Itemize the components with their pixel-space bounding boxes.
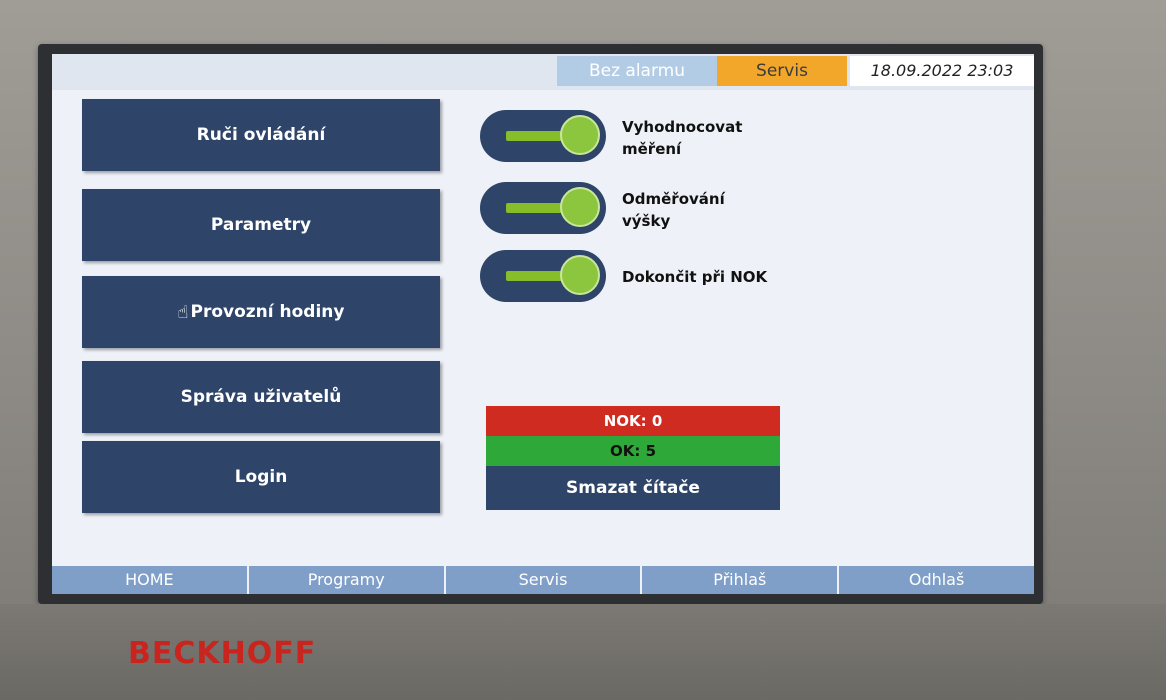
reset-counters-button[interactable]: Smazat čítače [486,466,780,510]
nok-counter: NOK: 0 [486,406,780,436]
menu-button-label: Parametry [210,215,312,235]
alarm-status: Bez alarmu [557,56,717,86]
mode-indicator: Servis [717,56,847,86]
user-management-button[interactable]: Správa uživatelů [82,361,440,433]
toggle-row-evaluate: Vyhodnocovat měření [480,110,782,162]
hand-pointer-icon: ☝ [177,301,189,323]
height-measurement-toggle[interactable] [480,182,606,234]
toggle-knob [560,115,600,155]
nav-login[interactable]: Přihlaš [640,566,838,594]
manual-control-button[interactable]: Ruči ovládání [82,99,440,171]
toggle-track [506,271,568,281]
toggle-label: Dokončit při NOK [622,268,768,286]
toggle-knob [560,187,600,227]
toggle-row-height: Odměřování výšky [480,182,782,234]
nav-programs[interactable]: Programy [246,566,444,594]
menu-button-label: Ruči ovládání [196,125,326,145]
menu-button-label: Login [234,467,288,487]
counter-panel: NOK: 0 OK: 5 Smazat čítače [486,406,780,510]
toggle-knob [560,255,600,295]
toggle-label: Vyhodnocovat měření [622,118,743,158]
toggle-row-finish-nok: Dokončit při NOK [480,250,782,302]
beckhoff-logo: BECKHOFF [128,636,317,671]
ok-counter: OK: 5 [486,436,780,466]
nav-service[interactable]: Servis [443,566,641,594]
login-button[interactable]: Login [82,441,440,513]
operating-hours-button[interactable]: ☝ Provozní hodiny [82,276,440,348]
nav-logout[interactable]: Odhlaš [837,566,1034,594]
nav-home[interactable]: HOME [52,566,247,594]
evaluate-measurement-toggle[interactable] [480,110,606,162]
bottom-navigation: HOME Programy Servis Přihlaš Odhlaš [52,566,1034,594]
toggle-track [506,131,568,141]
header-bar: Bez alarmu Servis 18.09.2022 23:03 [52,54,1034,90]
hmi-screen: Bez alarmu Servis 18.09.2022 23:03 Ruči … [52,54,1034,594]
toggle-track [506,203,568,213]
menu-button-label: Správa uživatelů [180,387,342,407]
parameters-button[interactable]: Parametry [82,189,440,261]
finish-on-nok-toggle[interactable] [480,250,606,302]
menu-button-label: Provozní hodiny [190,302,345,322]
datetime-display: 18.09.2022 23:03 [850,56,1034,86]
toggle-label: Odměřování výšky [622,190,725,230]
